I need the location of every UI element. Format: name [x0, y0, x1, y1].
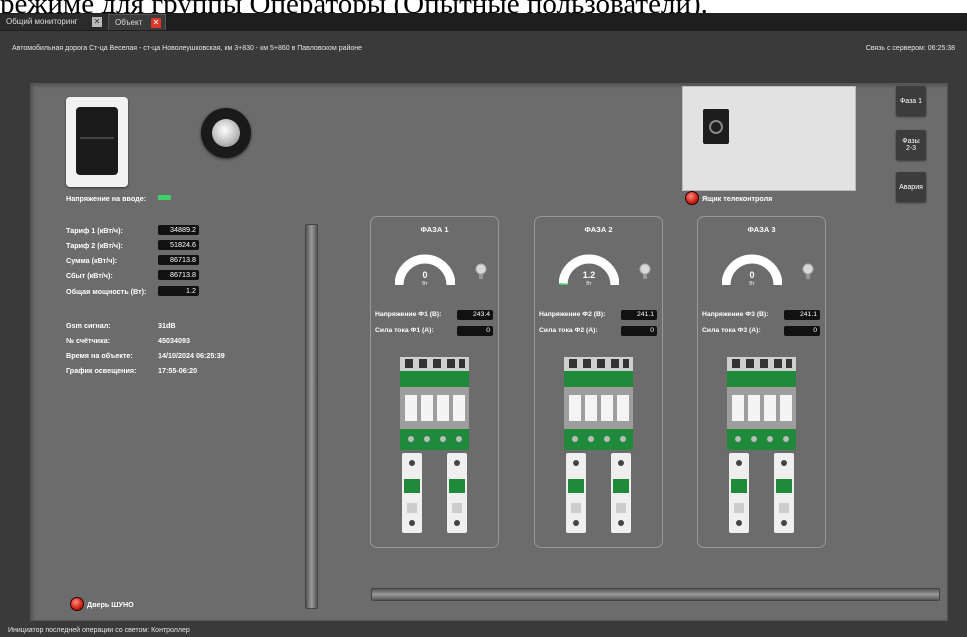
power-unit: Вт	[749, 281, 755, 287]
info-value: 14/10/2024 06:25:39	[158, 351, 225, 360]
footer-status: Инициатор последней операции со светом: …	[8, 627, 190, 634]
voltage-value: 243.4	[457, 310, 493, 320]
tab-object[interactable]: Объект ✕	[108, 14, 166, 30]
alarm-button[interactable]: Авария	[896, 172, 926, 202]
current-label: Сила тока Ф1 (А):	[375, 327, 434, 334]
circuit-breaker-icon	[447, 453, 467, 533]
current-value: 0	[457, 326, 493, 336]
meter-label: Сумма (кВт/ч):	[66, 256, 118, 265]
phase-card-2: ФАЗА 2 1.2 Вт Напряжение Ф2 (В): 241.1 С…	[534, 216, 663, 548]
bulb-icon	[639, 263, 651, 279]
info-label: № счётчика:	[66, 336, 111, 345]
power-unit: Вт	[586, 281, 592, 287]
server-link-status: Связь с сервером: 06:25:38	[865, 45, 955, 52]
main-breaker-switch[interactable]	[66, 97, 128, 187]
phase-card-1: ФАЗА 1 0 Вт Напряжение Ф1 (В): 243.4 Сил…	[370, 216, 499, 548]
info-value: 31dB	[158, 321, 176, 330]
door-label: Дверь ШУНО	[87, 600, 134, 609]
power-value: 1.2	[582, 270, 596, 280]
meter-value: 86713.8	[158, 270, 199, 280]
telecontrol-box[interactable]	[682, 86, 856, 191]
contactor-icon	[564, 357, 633, 450]
power-unit: Вт	[422, 281, 428, 287]
phase-title: ФАЗА 2	[584, 225, 613, 234]
voltage-label: Напряжение Ф3 (В):	[702, 311, 769, 318]
indicator-lamp	[201, 108, 251, 158]
phase-title: ФАЗА 1	[420, 225, 449, 234]
current-label: Сила тока Ф2 (А):	[539, 327, 598, 334]
circuit-breaker-icon	[774, 453, 794, 533]
info-value: 45034093	[158, 336, 190, 345]
phase-1-button[interactable]: Фаза 1	[896, 86, 926, 116]
phase-title: ФАЗА 3	[747, 225, 776, 234]
close-icon[interactable]: ✕	[151, 18, 161, 28]
vertical-busbar	[305, 224, 318, 609]
voltage-label: Напряжение Ф2 (В):	[539, 311, 606, 318]
bulb-icon	[802, 263, 814, 279]
power-value: 0	[422, 270, 428, 280]
meter-value: 86713.8	[158, 255, 199, 265]
app-window: Общий мониторинг ✕ Объект ✕ Автомобильна…	[0, 13, 967, 637]
voltage-label: Напряжение Ф1 (В):	[375, 311, 442, 318]
close-icon[interactable]: ✕	[92, 17, 102, 27]
cabinet-panel: Напряжение на вводе: Тариф 1 (кВт/ч): 34…	[30, 83, 948, 621]
meter-label: Сбыт (кВт/ч):	[66, 271, 113, 280]
telecontrol-red-led	[685, 191, 699, 205]
horizontal-busbar	[371, 588, 940, 601]
breaker-lever	[76, 107, 118, 175]
voltage-value: 241.1	[621, 310, 657, 320]
meter-label: Тариф 2 (кВт/ч):	[66, 241, 123, 250]
bulb-icon	[475, 263, 487, 279]
tab-label: Объект	[115, 18, 143, 27]
current-value: 0	[784, 326, 820, 336]
circuit-breaker-icon	[729, 453, 749, 533]
tab-label: Общий мониторинг	[6, 17, 78, 26]
info-label: Gsm сигнал:	[66, 321, 111, 330]
tab-bar: Общий мониторинг ✕ Объект ✕	[0, 13, 967, 31]
input-voltage-label: Напряжение на вводе:	[66, 194, 147, 203]
power-value: 0	[749, 270, 755, 280]
meter-value: 51824.6	[158, 240, 199, 250]
phase-card-3: ФАЗА 3 0 Вт Напряжение Ф3 (В): 241.1 Сил…	[697, 216, 826, 548]
voltage-value: 241.1	[784, 310, 820, 320]
input-voltage-led	[158, 195, 171, 200]
telecontrol-switch[interactable]	[703, 109, 729, 144]
current-label: Сила тока Ф3 (А):	[702, 327, 761, 334]
circuit-breaker-icon	[611, 453, 631, 533]
contactor-icon	[400, 357, 469, 450]
contactor-icon	[727, 357, 796, 450]
current-value: 0	[621, 326, 657, 336]
meter-value: 34889.2	[158, 225, 199, 235]
meter-value: 1.2	[158, 286, 199, 296]
circuit-breaker-icon	[566, 453, 586, 533]
door-red-led	[70, 597, 84, 611]
tab-general-monitoring[interactable]: Общий мониторинг ✕	[0, 14, 108, 30]
info-label: График освещения:	[66, 366, 137, 375]
meter-label: Тариф 1 (кВт/ч):	[66, 226, 123, 235]
phases-2-3-button[interactable]: Фазы 2-3	[896, 130, 926, 160]
object-title: Автомобильная дорога Ст-ца Веселая - ст-…	[12, 45, 363, 52]
info-label: Время на объекте:	[66, 351, 133, 360]
info-value: 17:55-06:20	[158, 366, 198, 375]
telecontrol-label: Ящик телеконтроля	[702, 194, 773, 203]
meter-label: Общая мощность (Вт):	[66, 287, 147, 296]
circuit-breaker-icon	[402, 453, 422, 533]
